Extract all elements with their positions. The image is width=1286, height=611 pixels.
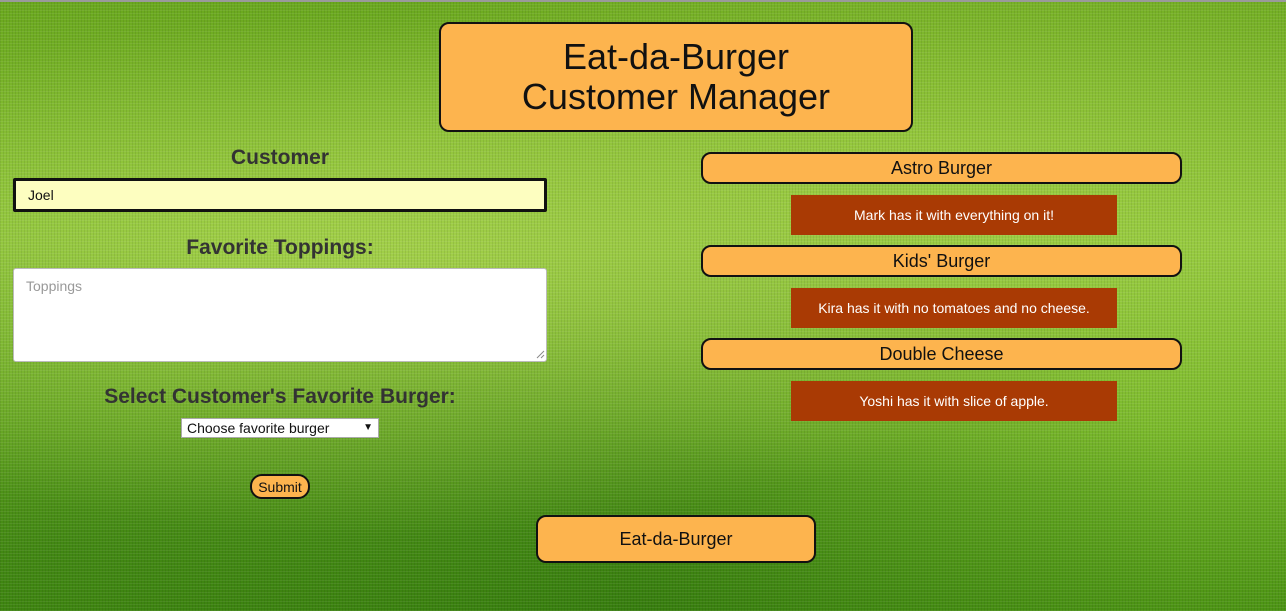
resize-grip-icon[interactable] bbox=[536, 350, 545, 359]
toppings-textarea[interactable] bbox=[13, 268, 547, 362]
page-title-line2: Customer Manager bbox=[521, 76, 831, 117]
chevron-down-icon: ▼ bbox=[363, 422, 373, 433]
customer-name-input[interactable] bbox=[13, 178, 547, 212]
customer-note-2: Yoshi has it with slice of apple. bbox=[791, 381, 1117, 421]
favorite-burger-select-value: Choose favorite burger bbox=[187, 420, 330, 436]
favorite-burger-select[interactable]: Choose favorite burger ▼ bbox=[181, 418, 379, 438]
top-border bbox=[0, 0, 1286, 2]
customer-note-1: Kira has it with no tomatoes and no chee… bbox=[791, 288, 1117, 328]
customer-label: Customer bbox=[230, 146, 330, 169]
burger-name-2[interactable]: Double Cheese bbox=[701, 338, 1182, 370]
footer-brand: Eat-da-Burger bbox=[536, 515, 816, 563]
submit-button[interactable]: Submit bbox=[250, 474, 310, 499]
customer-note-0: Mark has it with everything on it! bbox=[791, 195, 1117, 235]
burger-name-1[interactable]: Kids' Burger bbox=[701, 245, 1182, 277]
toppings-label: Favorite Toppings: bbox=[186, 236, 374, 259]
favorite-burger-label: Select Customer's Favorite Burger: bbox=[104, 385, 456, 408]
page-title-line1: Eat-da-Burger bbox=[562, 36, 790, 77]
page-title: Eat-da-Burger Customer Manager bbox=[439, 22, 913, 132]
burger-name-0[interactable]: Astro Burger bbox=[701, 152, 1182, 184]
